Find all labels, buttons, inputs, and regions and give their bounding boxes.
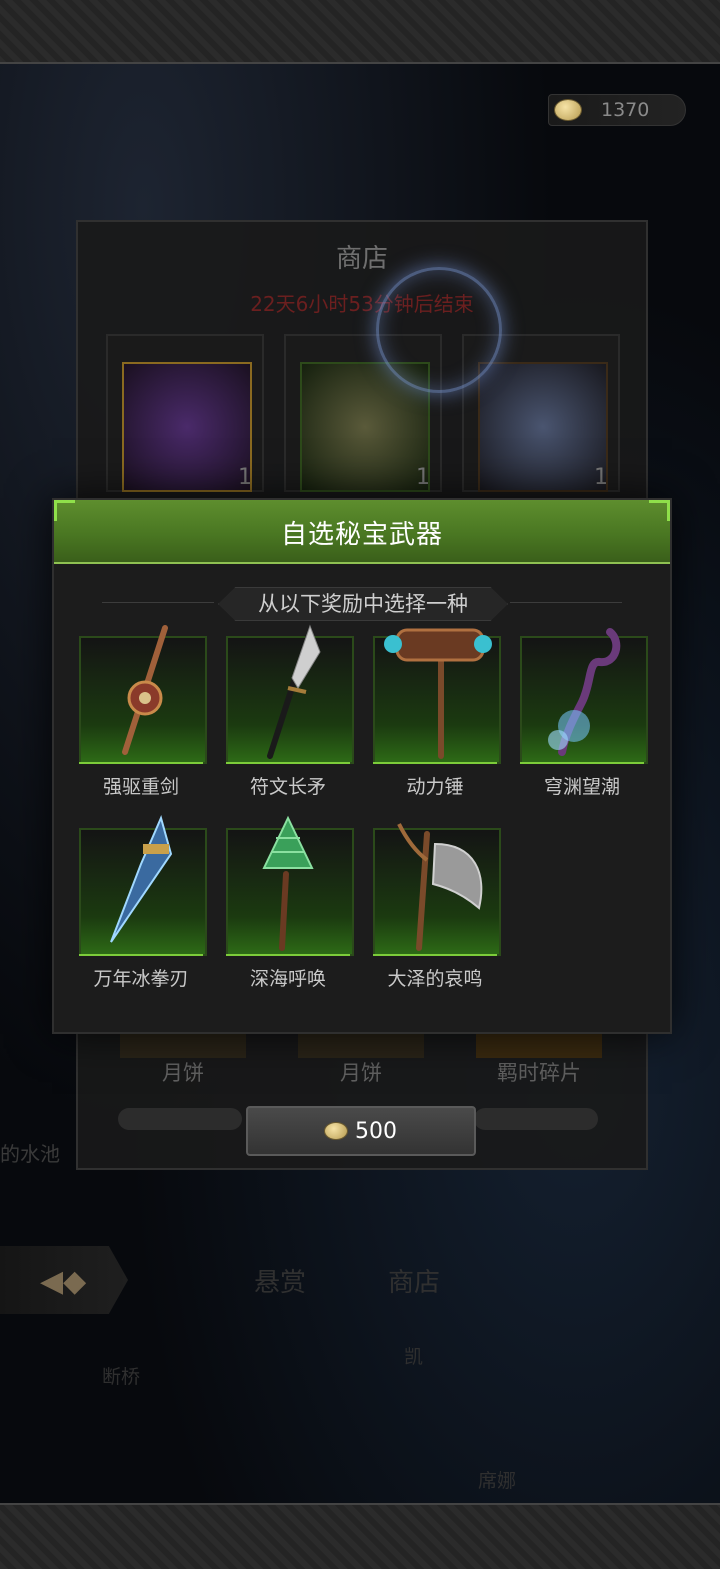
reward-item-spear[interactable] <box>226 624 354 764</box>
reward-label: 符文长矛 <box>249 776 326 798</box>
reward-label: 深海呼唤 <box>249 968 326 990</box>
reward-item-greatsword[interactable] <box>79 625 207 764</box>
reward-label: 动力锤 <box>406 776 464 798</box>
reward-label: 大泽的哀鸣 <box>387 968 483 990</box>
item-quantity: 1 <box>594 465 608 490</box>
tab-bounty[interactable]: 悬赏 <box>254 1262 306 1299</box>
map-label: 席娜 <box>478 1470 517 1492</box>
side-map-label: 的水池 <box>0 1142 60 1166</box>
currency-display: 1370 <box>548 94 686 126</box>
back-arrow-icon: ◀◆ <box>40 1264 87 1299</box>
greatsword-icon <box>122 625 168 755</box>
price-pill[interactable] <box>118 1108 242 1130</box>
spear-icon <box>267 624 321 759</box>
shop-item-card[interactable] <box>476 1030 602 1058</box>
coin-icon <box>555 100 581 120</box>
reward-label: 穹渊望潮 <box>543 776 620 798</box>
shop-item-card[interactable] <box>120 1030 246 1058</box>
shop-item-card[interactable]: 1 <box>106 334 264 492</box>
divider <box>510 602 622 603</box>
reward-label: 万年冰拳刃 <box>93 968 189 990</box>
item-quantity: 1 <box>416 465 430 490</box>
coin-icon <box>325 1123 347 1139</box>
reward-item-tentacle-staff[interactable] <box>520 628 648 764</box>
price-pill[interactable] <box>474 1108 598 1130</box>
purchase-price: 500 <box>355 1118 397 1144</box>
shop-title: 商店 <box>335 244 388 274</box>
bottom-frame <box>0 1503 720 1569</box>
shop-timer: 22天6小时53分钟后结束 <box>250 292 474 316</box>
item-quantity: 1 <box>238 465 252 490</box>
shop-item-card[interactable] <box>298 1030 424 1058</box>
dialog-subtitle: 从以下奖励中选择一种 <box>218 587 508 621</box>
tentacle-staff-icon <box>548 628 621 756</box>
shop-item-label: 月饼 <box>340 1061 382 1085</box>
reward-dialog: 自选秘宝武器 从以下奖励中选择一种 强驱重剑 符文长矛 动力锤 穹渊望潮 万年冰… <box>52 498 672 1034</box>
map-label: 断桥 <box>102 1366 141 1388</box>
reward-item-ice-blade[interactable] <box>79 815 207 956</box>
axe-icon <box>397 823 483 951</box>
dialog-header: 自选秘宝武器 <box>54 500 670 564</box>
ice-blade-icon <box>110 815 173 943</box>
purchase-button[interactable]: 500 <box>246 1106 476 1156</box>
top-frame <box>0 0 720 64</box>
hammer-icon <box>384 628 492 759</box>
shell-mace-icon <box>262 815 314 951</box>
map-label: 凯 <box>404 1346 424 1368</box>
reward-item-axe[interactable] <box>373 823 501 956</box>
reward-item-shell-mace[interactable] <box>226 815 354 956</box>
divider <box>102 602 214 603</box>
shop-item-label: 羁时碎片 <box>497 1061 581 1085</box>
chest-icon <box>478 362 608 492</box>
chest-icon <box>122 362 252 492</box>
currency-amount: 1370 <box>601 99 650 121</box>
tab-shop[interactable]: 商店 <box>388 1262 440 1299</box>
dialog-title: 自选秘宝武器 <box>280 520 443 550</box>
bottom-nav: ◀◆ 悬赏 商店 <box>0 1244 720 1318</box>
shop-item-label: 月饼 <box>162 1061 204 1085</box>
reward-item-hammer[interactable] <box>373 628 501 764</box>
loading-spinner-icon <box>376 267 502 393</box>
reward-label: 强驱重剑 <box>102 776 179 798</box>
back-button[interactable]: ◀◆ <box>0 1246 128 1314</box>
